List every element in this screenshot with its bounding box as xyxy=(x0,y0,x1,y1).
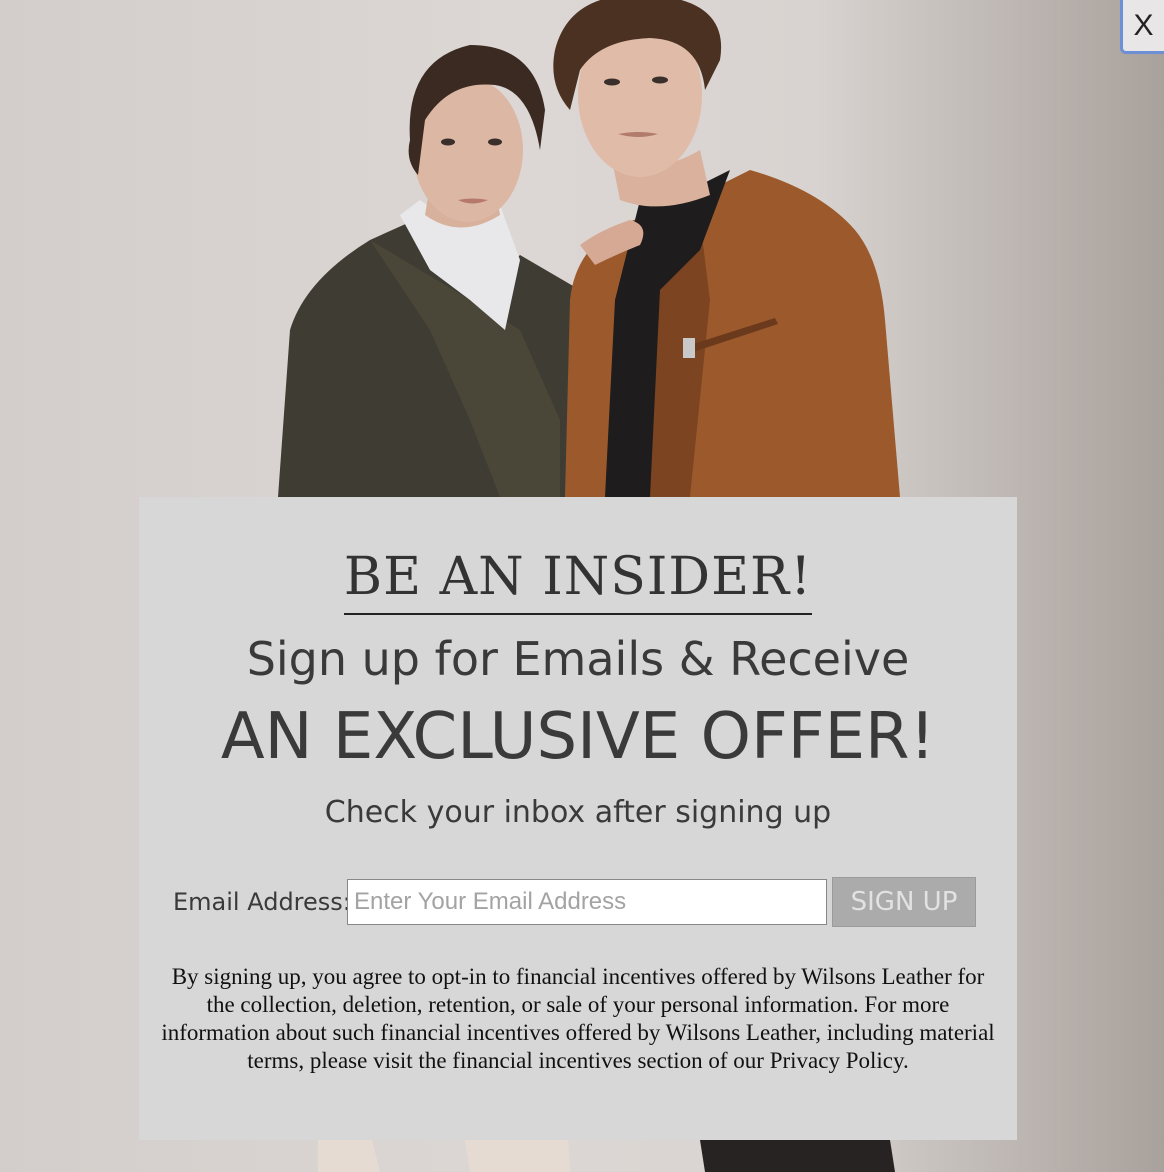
close-button[interactable]: X xyxy=(1120,0,1164,54)
modal-heading: BE AN INSIDER! xyxy=(343,547,813,615)
sign-up-button[interactable]: SIGN UP xyxy=(832,877,976,927)
woman-pants-right xyxy=(465,1140,570,1172)
email-input[interactable] xyxy=(347,879,827,925)
legal-disclaimer: By signing up, you agree to opt-in to fi… xyxy=(161,964,995,1073)
signup-modal: BE AN INSIDER! Sign up for Emails & Rece… xyxy=(139,497,1017,1140)
email-form: Email Address: SIGN UP xyxy=(139,877,1017,927)
modal-subtitle: Sign up for Emails & Receive xyxy=(246,632,910,686)
woman-pants xyxy=(318,1140,380,1172)
offer-headline: AN EXCLUSIVE OFFER! xyxy=(220,700,936,774)
email-label: Email Address: xyxy=(173,888,351,916)
man-pants xyxy=(700,1140,895,1172)
inbox-note: Check your inbox after signing up xyxy=(324,795,832,830)
